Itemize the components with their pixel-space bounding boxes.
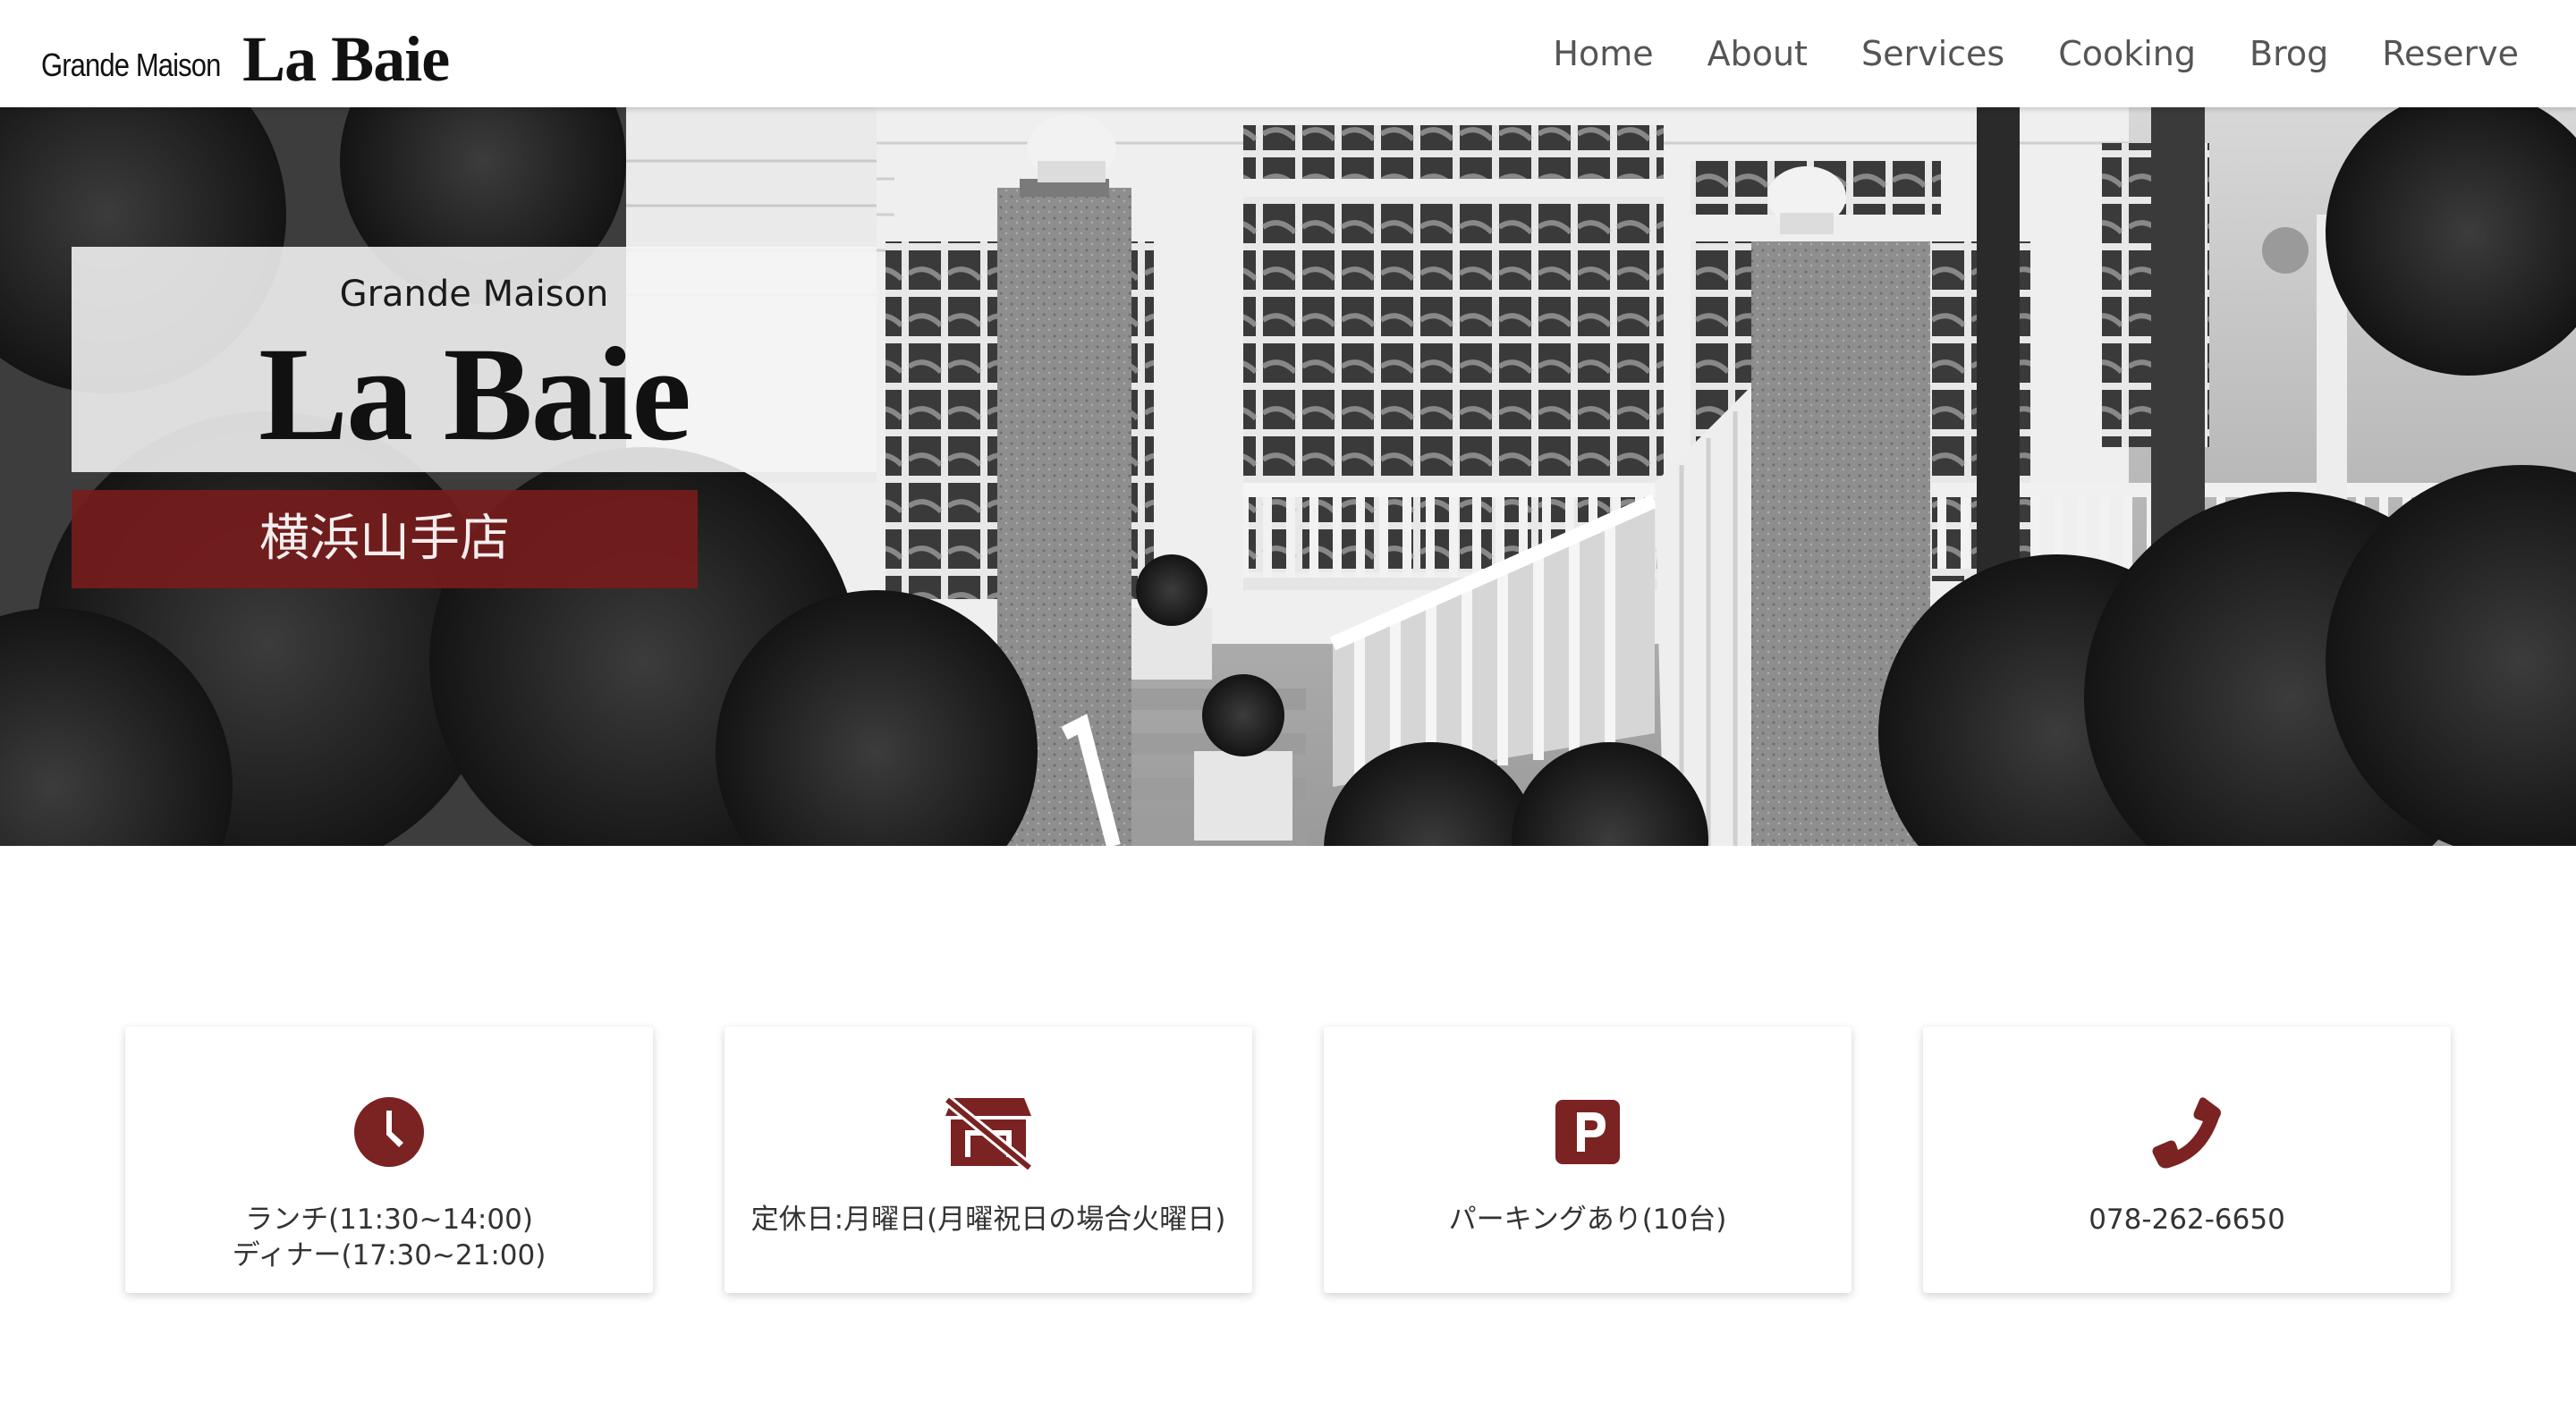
- nav-services[interactable]: Services: [1861, 34, 2004, 73]
- hero-section: Grande Maison La Baie 横浜山手店: [0, 107, 2576, 846]
- nav-about[interactable]: About: [1707, 34, 1808, 73]
- nav-home[interactable]: Home: [1553, 34, 1653, 73]
- closed-day-text: 定休日:月曜日(月曜祝日の場合火曜日): [750, 1204, 1226, 1236]
- clock-icon: [354, 1097, 424, 1167]
- parking-icon: [1555, 1100, 1620, 1164]
- site-header: Grande Maison La Baie Home About Service…: [0, 0, 2576, 107]
- nav-reserve[interactable]: Reserve: [2382, 34, 2519, 73]
- hero-building-photo: [0, 107, 2576, 846]
- closed-day-card: 定休日:月曜日(月曜祝日の場合火曜日): [724, 1027, 1252, 1293]
- nav-cooking[interactable]: Cooking: [2058, 34, 2196, 73]
- store-closed-icon: [944, 1095, 1033, 1170]
- info-cards: ランチ(11:30~14:00) ディナー(17:30~21:00) 定休日:月…: [0, 1027, 2576, 1295]
- site-logo[interactable]: Grande Maison La Baie: [41, 20, 450, 95]
- hours-text: ランチ(11:30~14:00) ディナー(17:30~21:00): [125, 1202, 653, 1273]
- hours-lunch: ランチ(11:30~14:00): [245, 1204, 533, 1236]
- hero-brand-name: La Baie: [258, 320, 691, 469]
- parking-text: パーキングあり(10台): [1448, 1204, 1727, 1236]
- hero-branch-label: 横浜山手店: [72, 490, 698, 588]
- phone-text[interactable]: 078-262-6650: [1923, 1202, 2451, 1238]
- phone-card: 078-262-6650: [1923, 1027, 2451, 1293]
- phone-icon: [2152, 1097, 2221, 1169]
- nav-brog[interactable]: Brog: [2250, 34, 2328, 73]
- parking-card: パーキングあり(10台): [1324, 1027, 1852, 1293]
- hours-card: ランチ(11:30~14:00) ディナー(17:30~21:00): [125, 1027, 653, 1293]
- logo-big-text: La Baie: [242, 23, 450, 95]
- logo-small-text: Grande Maison: [41, 46, 221, 83]
- main-nav: Home About Services Cooking Brog Reserve: [1499, 0, 2519, 107]
- hours-dinner: ディナー(17:30~21:00): [232, 1239, 547, 1272]
- hero-brand-sub: Grande Maison: [339, 274, 609, 315]
- hero-brand-box: Grande Maison La Baie: [72, 247, 877, 472]
